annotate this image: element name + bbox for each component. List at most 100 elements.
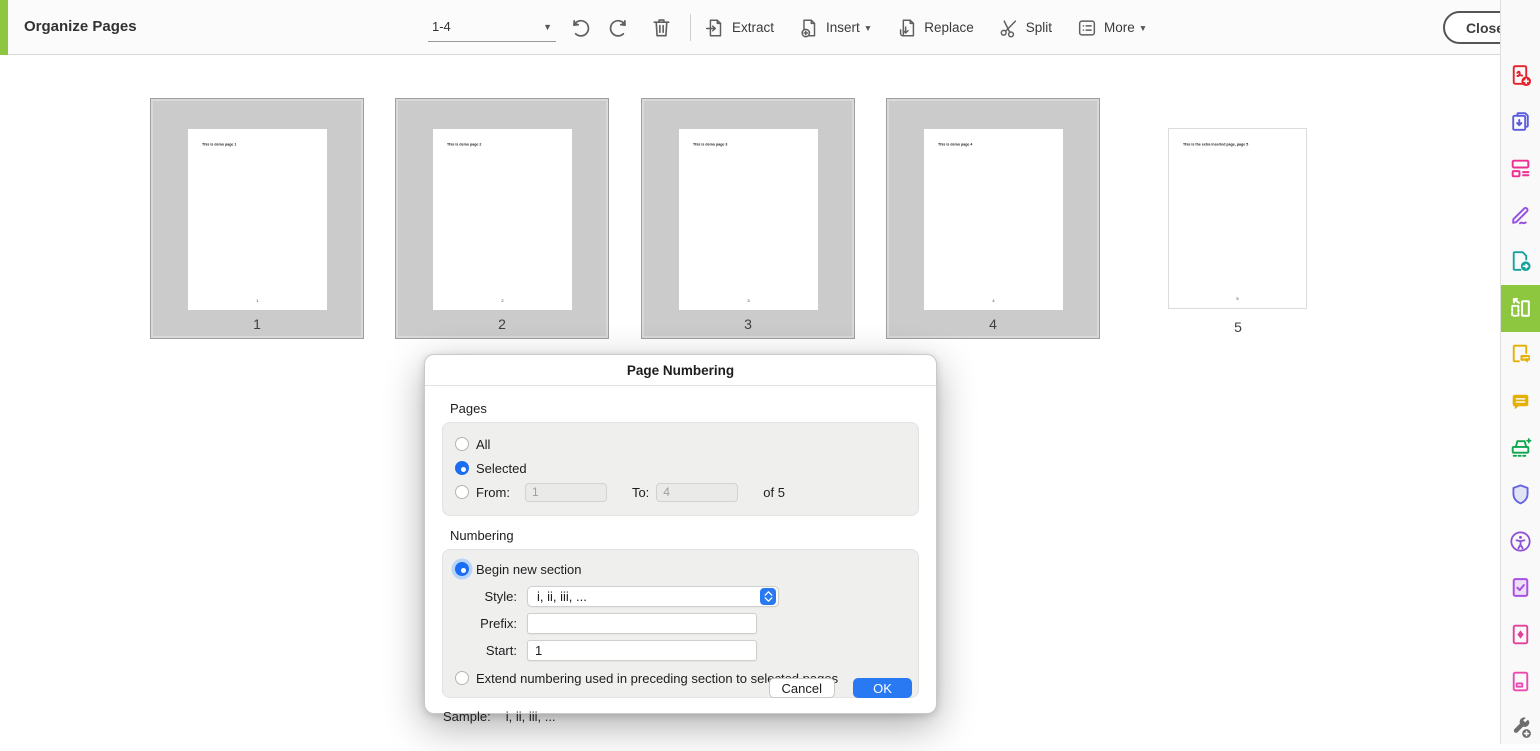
ok-button[interactable]: OK — [853, 678, 912, 698]
rotate-right-button[interactable] — [607, 15, 633, 41]
fill-and-sign-icon — [1508, 203, 1533, 228]
insert-page-icon — [798, 17, 820, 39]
begin-new-section-label: Begin new section — [476, 562, 582, 577]
sidebar-item-add-comments[interactable] — [1501, 378, 1540, 425]
edit-pdf-icon — [1508, 156, 1533, 181]
organize-pages-toolbar: Organize Pages 1-4 ▼ — [0, 0, 1540, 55]
sidebar-item-scan-and-ocr[interactable] — [1501, 425, 1540, 472]
cancel-button[interactable]: Cancel — [769, 678, 835, 698]
page-thumbnail-4[interactable]: This is demo page 4 4 4 — [886, 98, 1100, 339]
replace-page-icon — [896, 17, 918, 39]
extract-button[interactable]: Extract — [704, 17, 774, 39]
replace-button[interactable]: Replace — [896, 17, 974, 39]
to-label: To: — [632, 485, 649, 500]
style-select[interactable]: i, ii, iii, ... — [527, 586, 779, 607]
radio-begin-new-section[interactable] — [455, 562, 469, 576]
extract-label: Extract — [732, 20, 774, 35]
sidebar-item-combine-files[interactable] — [1501, 99, 1540, 146]
pages-section-label: Pages — [450, 401, 919, 416]
page-footer-number: 4 — [924, 298, 1063, 303]
start-input[interactable] — [527, 640, 757, 661]
combine-files-icon — [1508, 109, 1533, 134]
chevron-down-icon: ▼ — [864, 23, 872, 33]
split-label: Split — [1026, 20, 1052, 35]
page-preview: This is demo page 3 3 — [679, 129, 818, 310]
cancel-label: Cancel — [782, 681, 822, 696]
page-header-text: This is demo page 3 — [693, 142, 727, 147]
radio-from[interactable] — [455, 485, 469, 499]
compress-pdf-icon — [1508, 622, 1533, 647]
green-accent-bar — [0, 0, 8, 55]
page-range-dropdown[interactable]: 1-4 ▼ — [428, 12, 556, 42]
shield-icon — [1508, 482, 1533, 507]
page-header-text: This is demo page 1 — [202, 142, 236, 147]
page-thumbnail-5[interactable]: This is the extra inserted page, page 5 … — [1131, 98, 1345, 339]
more-button[interactable]: More ▼ — [1076, 17, 1147, 39]
chevron-down-icon: ▼ — [543, 22, 552, 32]
sample-value: i, ii, iii, ... — [506, 709, 556, 724]
from-label: From: — [476, 485, 510, 500]
thumbnail-number-label: 5 — [1131, 319, 1345, 335]
prefix-input[interactable] — [527, 613, 757, 634]
sidebar-item-prepare-for-accessibility[interactable] — [1501, 518, 1540, 565]
thumbnail-number-label: 1 — [151, 316, 363, 332]
dialog-title: Page Numbering — [425, 355, 936, 386]
more-label: More — [1104, 20, 1135, 35]
prefix-label: Prefix: — [455, 616, 527, 631]
comment-icon — [1508, 389, 1533, 414]
ok-label: OK — [873, 681, 892, 696]
tools-sidebar — [1500, 0, 1540, 744]
page-thumbnail-2[interactable]: This is demo page 2 2 2 — [395, 98, 609, 339]
sidebar-item-edit-pdf[interactable] — [1501, 145, 1540, 192]
toolbar-divider — [690, 14, 691, 41]
trash-icon — [650, 16, 673, 39]
thumbnail-number-label: 2 — [396, 316, 608, 332]
rotate-clockwise-icon — [608, 16, 632, 40]
split-button[interactable]: Split — [998, 17, 1052, 39]
request-e-signatures-icon — [1508, 342, 1533, 367]
numbering-section-label: Numbering — [450, 528, 919, 543]
page-footer-number: 2 — [433, 298, 572, 303]
page-title: Organize Pages — [24, 18, 137, 35]
page-thumbnail-1[interactable]: This is demo page 1 1 1 — [150, 98, 364, 339]
style-selected-value: i, ii, iii, ... — [537, 589, 587, 604]
page-range-value: 1-4 — [432, 19, 451, 34]
page-footer-number: 1 — [188, 298, 327, 303]
insert-label: Insert — [826, 20, 860, 35]
select-stepper-icon — [760, 588, 776, 605]
sample-label: Sample: — [443, 709, 491, 724]
scissors-icon — [998, 17, 1020, 39]
page-footer-number: 3 — [679, 298, 818, 303]
rotate-counterclockwise-icon — [567, 16, 591, 40]
style-label: Style: — [455, 589, 527, 604]
sidebar-item-redact-pdf[interactable] — [1501, 658, 1540, 705]
accessibility-icon — [1508, 529, 1533, 554]
radio-all[interactable] — [455, 437, 469, 451]
insert-button[interactable]: Insert ▼ — [798, 17, 872, 39]
create-pdf-icon — [1508, 63, 1533, 88]
thumbnail-number-label: 3 — [642, 316, 854, 332]
wrench-plus-icon — [1508, 715, 1533, 740]
sidebar-item-request-e-signatures[interactable] — [1501, 332, 1540, 379]
replace-label: Replace — [924, 20, 974, 35]
from-input[interactable] — [525, 483, 607, 502]
redact-pdf-icon — [1508, 669, 1533, 694]
sidebar-item-export-pdf[interactable] — [1501, 238, 1540, 285]
page-thumbnail-3[interactable]: This is demo page 3 3 3 — [641, 98, 855, 339]
extract-page-icon — [704, 17, 726, 39]
sidebar-item-compress-pdf[interactable] — [1501, 611, 1540, 658]
to-input[interactable] — [656, 483, 738, 502]
sidebar-item-organize-pages[interactable] — [1501, 285, 1540, 332]
scan-and-ocr-icon — [1508, 436, 1533, 461]
radio-selected[interactable] — [455, 461, 469, 475]
sidebar-item-pdf-standards[interactable] — [1501, 565, 1540, 612]
rotate-left-button[interactable] — [566, 15, 592, 41]
standards-check-icon — [1508, 575, 1533, 600]
radio-extend-numbering[interactable] — [455, 671, 469, 685]
sidebar-item-create-pdf[interactable] — [1501, 52, 1540, 99]
page-preview: This is demo page 1 1 — [188, 129, 327, 310]
page-header-text: This is the extra inserted page, page 5 — [1183, 142, 1248, 147]
sidebar-item-protect-pdf[interactable] — [1501, 471, 1540, 518]
sidebar-item-fill-and-sign[interactable] — [1501, 192, 1540, 239]
delete-pages-button[interactable] — [648, 15, 674, 41]
